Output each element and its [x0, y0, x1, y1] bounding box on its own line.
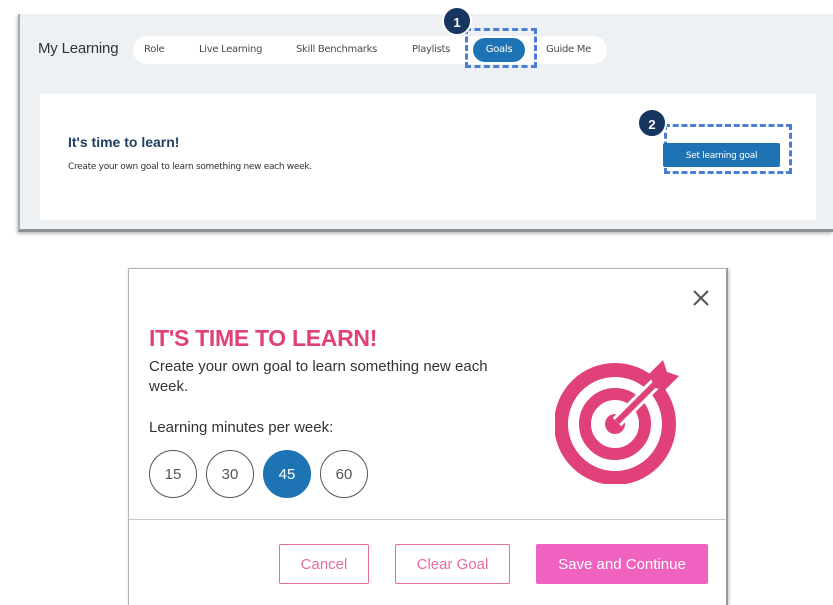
tab-role[interactable]: Role [144, 36, 165, 64]
minutes-option-45[interactable]: 45 [263, 450, 311, 498]
set-learning-goal-button[interactable]: Set learning goal [663, 143, 780, 167]
minutes-option-15[interactable]: 15 [149, 450, 197, 498]
minutes-option-60[interactable]: 60 [320, 450, 368, 498]
step-callout-2: 2 [637, 108, 667, 138]
app-title: My Learning [38, 40, 119, 57]
minutes-label: Learning minutes per week: [149, 419, 334, 436]
learning-goal-modal: IT'S TIME TO LEARN! Create your own goal… [128, 268, 728, 605]
card-subtitle: Create your own goal to learn something … [68, 162, 312, 172]
tab-playlists[interactable]: Playlists [412, 36, 450, 64]
minutes-option-30[interactable]: 30 [206, 450, 254, 498]
modal-divider [129, 519, 726, 520]
modal-title: IT'S TIME TO LEARN! [149, 325, 378, 351]
modal-description: Create your own goal to learn something … [149, 358, 488, 395]
goals-tab-highlight [465, 28, 537, 68]
tab-guide-me[interactable]: Guide Me [546, 36, 591, 64]
cancel-button[interactable]: Cancel [279, 544, 369, 584]
card-title: It's time to learn! [68, 134, 180, 150]
target-icon [555, 360, 679, 484]
tab-live-learning[interactable]: Live Learning [199, 36, 262, 64]
close-icon[interactable] [690, 287, 712, 309]
clear-goal-button[interactable]: Clear Goal [395, 544, 510, 584]
step-callout-1: 1 [442, 6, 472, 36]
top-nav: My Learning Role Live Learning Skill Ben… [20, 14, 833, 80]
save-and-continue-button[interactable]: Save and Continue [536, 544, 708, 584]
my-learning-panel: My Learning Role Live Learning Skill Ben… [18, 6, 833, 232]
tab-skill-benchmarks[interactable]: Skill Benchmarks [296, 36, 377, 64]
